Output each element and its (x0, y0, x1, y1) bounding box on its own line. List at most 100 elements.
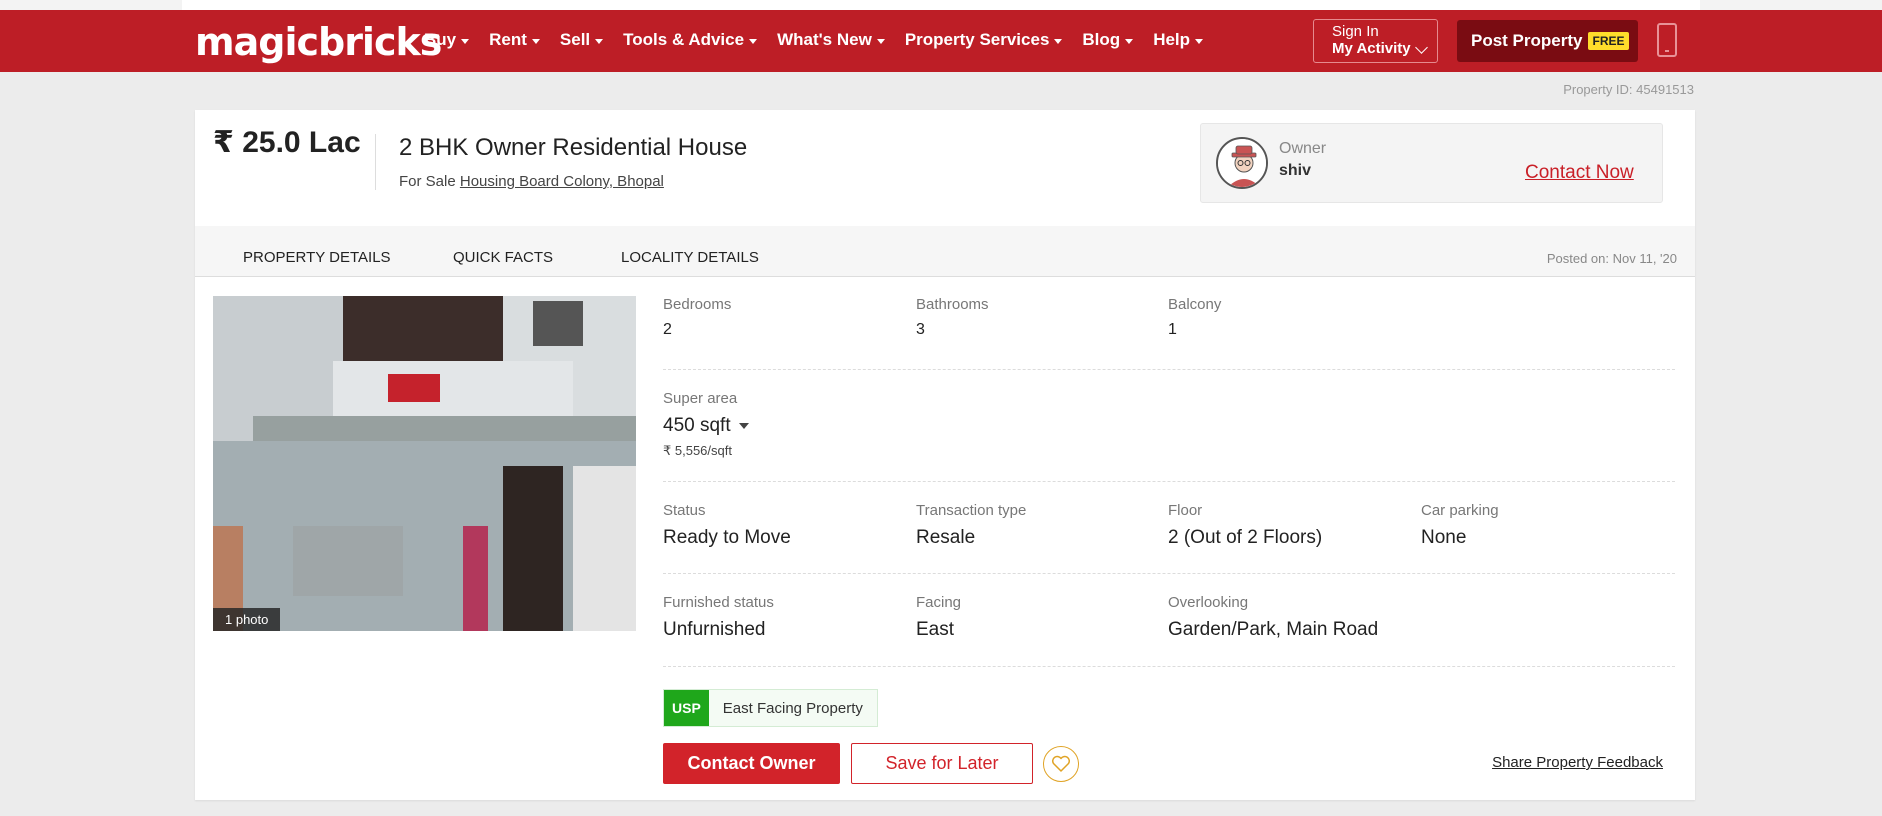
my-activity-text: My Activity (1332, 40, 1411, 57)
fact-label: Bathrooms (916, 296, 989, 313)
price-per-sqft: ₹ 5,556/sqft (663, 443, 732, 458)
details-tabbar: PROPERTY DETAILS QUICK FACTS LOCALITY DE… (195, 226, 1695, 277)
nav-label: Sell (559, 30, 591, 49)
fact-status: Status Ready to Move (663, 502, 791, 549)
facts-row: Status Ready to Move Transaction type Re… (663, 482, 1675, 574)
nav-label: Blog (1082, 30, 1121, 49)
fact-facing: Facing East (916, 594, 961, 641)
facts-row: Bedrooms 2 Bathrooms 3 Balcony 1 (663, 296, 1675, 370)
photo-count-badge: 1 photo (213, 608, 281, 631)
fact-furnished-status: Furnished status Unfurnished (663, 594, 774, 641)
property-facts: Bedrooms 2 Bathrooms 3 Balcony 1 Super a… (663, 296, 1675, 667)
fact-value: 2 (Out of 2 Floors) (1168, 527, 1323, 548)
chevron-down-icon (1414, 40, 1428, 54)
caret-down-icon (461, 39, 470, 44)
tab-property-details[interactable]: PROPERTY DETAILS (243, 249, 391, 266)
fact-value: 1 (1168, 321, 1177, 338)
top-strip (0, 0, 1882, 10)
caret-down-icon (749, 39, 758, 44)
fact-value: 3 (916, 321, 925, 338)
property-price: ₹ 25.0 Lac (213, 126, 361, 159)
save-for-later-button[interactable]: Save for Later (851, 743, 1033, 784)
house-photo-image (213, 296, 636, 631)
owner-name: shiv (1279, 162, 1312, 179)
caret-down-icon (1054, 39, 1063, 44)
nav-label: What's New (777, 30, 872, 49)
nav-tools-advice[interactable]: Tools & Advice (623, 30, 758, 50)
owner-avatar-icon (1216, 137, 1268, 189)
posted-on: Posted on: Nov 11, '20 (1546, 251, 1677, 266)
tab-locality-details[interactable]: LOCALITY DETAILS (621, 249, 759, 266)
fact-value: None (1421, 527, 1467, 548)
nav-buy[interactable]: Buy (424, 30, 470, 50)
contact-owner-button[interactable]: Contact Owner (663, 743, 840, 784)
property-title: 2 BHK Owner Residential House (399, 134, 748, 161)
nav-property-services[interactable]: Property Services (905, 30, 1063, 50)
fact-value: East (916, 619, 955, 640)
fact-label: Transaction type (916, 502, 1027, 519)
fact-label: Super area (663, 390, 738, 407)
caret-down-icon (876, 39, 885, 44)
facts-row: Furnished status Unfurnished Facing East… (663, 574, 1675, 667)
property-subtitle: For Sale Housing Board Colony, Bhopal (399, 173, 664, 190)
caret-down-icon (1195, 39, 1204, 44)
signin-label: Sign In (1332, 23, 1379, 40)
fact-floor: Floor 2 (Out of 2 Floors) (1168, 502, 1322, 549)
nav-rent[interactable]: Rent (489, 30, 540, 50)
mobile-app-icon[interactable] (1657, 23, 1677, 57)
nav-blog[interactable]: Blog (1082, 30, 1134, 50)
post-property-label: Post Property (1471, 31, 1583, 50)
caret-down-icon (531, 39, 540, 44)
usp-text: East Facing Property (722, 699, 863, 717)
signin-my-activity-button[interactable]: Sign In My Activity (1313, 19, 1438, 63)
fact-label: Car parking (1421, 502, 1499, 519)
fact-transaction-type: Transaction type Resale (916, 502, 1026, 549)
nav-help[interactable]: Help (1153, 30, 1204, 50)
fact-super-area: Super area 450 sqft ₹ 5,556/sqft (663, 390, 749, 459)
fact-bathrooms: Bathrooms 3 (916, 296, 989, 339)
caret-down-icon (595, 39, 604, 44)
caret-down-icon (1125, 39, 1134, 44)
post-property-button[interactable]: Post Property FREE (1457, 20, 1638, 62)
property-photo[interactable]: 1 photo (213, 296, 636, 631)
fact-value: 450 sqft (663, 415, 749, 437)
property-card: ₹ 25.0 Lac 2 BHK Owner Residential House… (195, 110, 1695, 800)
tab-quick-facts[interactable]: QUICK FACTS (453, 249, 553, 266)
magicbricks-logo[interactable]: magicbricks (195, 20, 442, 64)
nav-label: Property Services (904, 30, 1050, 49)
site-header: magicbricks Buy Rent Sell Tools & Advice… (0, 10, 1882, 72)
for-sale-label: For Sale (399, 173, 456, 190)
fact-label: Furnished status (663, 594, 774, 611)
fact-value: Garden/Park, Main Road (1168, 619, 1379, 640)
nav-label: Rent (489, 30, 527, 49)
location-link[interactable]: Housing Board Colony, Bhopal (460, 173, 664, 190)
divider (375, 134, 376, 190)
fact-label: Facing (916, 594, 962, 611)
share-feedback-link[interactable]: Share Property Feedback (1492, 754, 1663, 771)
property-id: Property ID: 45491513 (1563, 82, 1694, 97)
main-nav: Buy Rent Sell Tools & Advice What's New … (424, 30, 1223, 50)
owner-box: Owner shiv Contact Now (1200, 123, 1663, 203)
owner-label: Owner (1279, 140, 1327, 157)
usp-tag: USP (664, 690, 709, 726)
fact-value: Unfurnished (663, 619, 766, 640)
fact-bedrooms: Bedrooms 2 (663, 296, 731, 339)
fact-label: Floor (1168, 502, 1203, 519)
usp-badge: USP East Facing Property (663, 689, 878, 727)
free-badge: FREE (1588, 32, 1629, 50)
fact-overlooking: Overlooking Garden/Park, Main Road (1168, 594, 1378, 641)
heart-icon[interactable] (1043, 746, 1079, 782)
fact-car-parking: Car parking None (1421, 502, 1499, 549)
nav-sell[interactable]: Sell (559, 30, 604, 50)
facts-row: Super area 450 sqft ₹ 5,556/sqft (663, 370, 1675, 482)
fact-value: Resale (916, 527, 976, 548)
my-activity-label: My Activity (1332, 40, 1437, 58)
nav-label: Help (1153, 30, 1191, 49)
fact-value: Ready to Move (663, 527, 791, 548)
nav-label: Tools & Advice (623, 30, 745, 49)
nav-whats-new[interactable]: What's New (777, 30, 885, 50)
fact-value: 2 (663, 321, 672, 338)
fact-label: Status (663, 502, 706, 519)
contact-now-link[interactable]: Contact Now (1525, 162, 1634, 184)
unit-dropdown-icon[interactable] (738, 422, 749, 429)
